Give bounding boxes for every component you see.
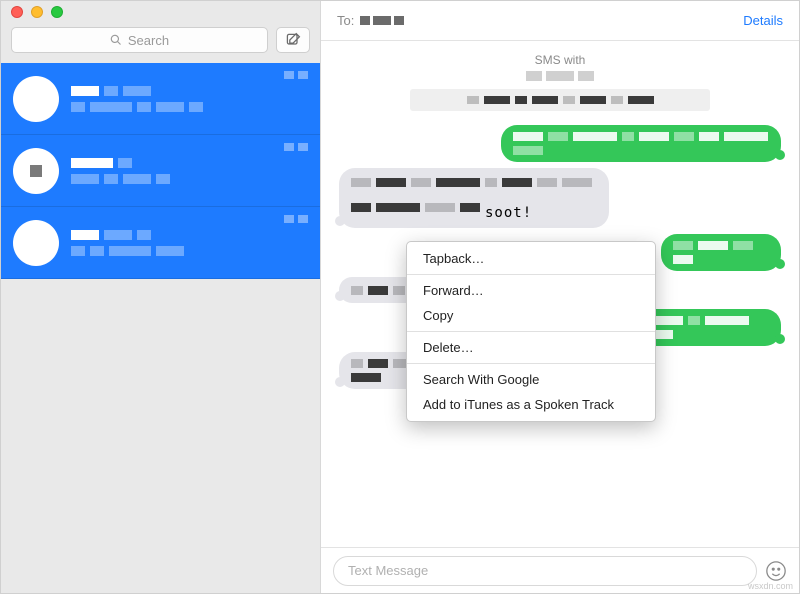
outgoing-message[interactable] bbox=[501, 125, 781, 162]
messages-window: Search bbox=[0, 0, 800, 594]
menu-separator bbox=[407, 331, 655, 332]
recipient-field[interactable] bbox=[360, 16, 404, 25]
conversation-item[interactable] bbox=[1, 135, 320, 207]
menu-search-google[interactable]: Search With Google bbox=[407, 367, 655, 392]
menu-itunes-spoken[interactable]: Add to iTunes as a Spoken Track bbox=[407, 392, 655, 417]
window-traffic-lights bbox=[1, 1, 320, 23]
search-icon bbox=[110, 34, 122, 46]
avatar bbox=[13, 148, 59, 194]
conversations-sidebar: Search bbox=[1, 1, 321, 593]
outgoing-message[interactable] bbox=[661, 234, 781, 271]
zoom-window-button[interactable] bbox=[51, 6, 63, 18]
system-banner bbox=[410, 89, 710, 111]
conversation-item[interactable] bbox=[1, 207, 320, 279]
menu-forward[interactable]: Forward… bbox=[407, 278, 655, 303]
message-thread: SMS with soot! bbox=[321, 41, 799, 547]
message-context-menu: Tapback… Forward… Copy Delete… Search Wi… bbox=[406, 241, 656, 422]
conversation-header: To: Details bbox=[321, 1, 799, 41]
message-input-placeholder: Text Message bbox=[348, 563, 428, 578]
conversation-item[interactable] bbox=[1, 63, 320, 135]
close-window-button[interactable] bbox=[11, 6, 23, 18]
to-label: To: bbox=[337, 13, 354, 28]
menu-copy[interactable]: Copy bbox=[407, 303, 655, 328]
message-input[interactable]: Text Message bbox=[333, 556, 757, 586]
watermark: wsxdn.com bbox=[748, 581, 793, 591]
menu-tapback[interactable]: Tapback… bbox=[407, 246, 655, 271]
sidebar-toolbar: Search bbox=[1, 23, 320, 63]
compose-button[interactable] bbox=[276, 27, 310, 53]
minimize-window-button[interactable] bbox=[31, 6, 43, 18]
conversation-list bbox=[1, 63, 320, 593]
incoming-message-selected[interactable]: soot! bbox=[339, 168, 609, 228]
sms-with-name bbox=[339, 71, 781, 81]
emoji-picker-button[interactable] bbox=[765, 560, 787, 582]
search-input[interactable]: Search bbox=[11, 27, 268, 53]
sms-with-label: SMS with bbox=[339, 53, 781, 67]
menu-separator bbox=[407, 363, 655, 364]
conversation-pane: To: Details SMS with soot! bbox=[321, 1, 799, 593]
compose-bar: Text Message bbox=[321, 547, 799, 593]
details-button[interactable]: Details bbox=[743, 13, 783, 28]
avatar bbox=[13, 220, 59, 266]
menu-delete[interactable]: Delete… bbox=[407, 335, 655, 360]
compose-icon bbox=[285, 32, 301, 48]
search-placeholder: Search bbox=[128, 33, 169, 48]
message-text-fragment: soot! bbox=[485, 205, 532, 221]
avatar bbox=[13, 76, 59, 122]
smiley-icon bbox=[765, 560, 787, 582]
menu-separator bbox=[407, 274, 655, 275]
